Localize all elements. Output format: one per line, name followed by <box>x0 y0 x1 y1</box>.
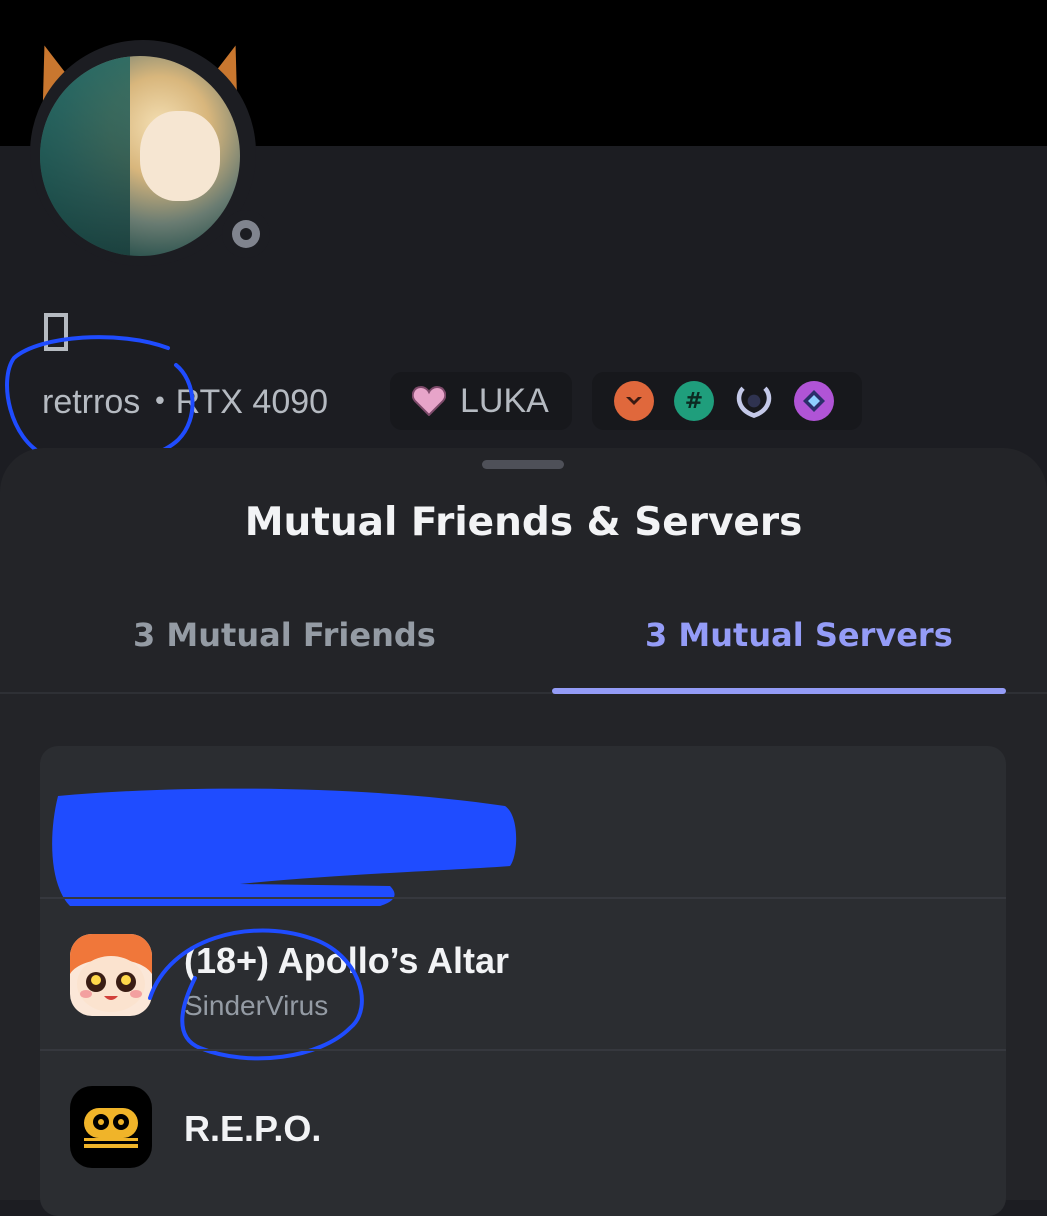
avatar-image <box>40 56 240 256</box>
hypesquad-bravery-icon[interactable] <box>614 381 654 421</box>
status-indicator <box>222 210 270 258</box>
active-tab-indicator <box>552 688 1006 694</box>
badge-list: # <box>592 372 862 430</box>
profile-tag-text: RTX 4090 <box>175 382 329 421</box>
redaction-scribble <box>52 788 517 906</box>
clan-name: LUKA <box>460 381 549 420</box>
profile-avatar[interactable] <box>23 38 270 266</box>
sheet-drag-handle[interactable] <box>482 460 564 469</box>
anime-character-icon <box>70 934 152 1016</box>
username[interactable]: retrros <box>42 383 140 422</box>
tab-mutual-servers[interactable]: 3 Mutual Servers <box>645 616 953 654</box>
tab-mutual-friends[interactable]: 3 Mutual Friends <box>133 616 436 654</box>
invisible-status-icon <box>232 220 260 248</box>
server-name: R.E.P.O. <box>184 1108 322 1149</box>
nitro-diamond-icon[interactable] <box>794 381 834 421</box>
clan-tag[interactable]: LUKA <box>390 372 572 430</box>
server-name: (18+) Apollo’s Altar <box>184 940 510 981</box>
list-item[interactable] <box>40 746 1006 906</box>
laurel-icon[interactable] <box>734 381 774 421</box>
username-row: retrros • RTX 4090 <box>42 374 328 430</box>
missing-glyph-box <box>44 313 68 351</box>
pink-heart-icon <box>412 386 446 416</box>
hashtag-quest-icon[interactable]: # <box>674 381 714 421</box>
sheet-title: Mutual Friends & Servers <box>244 500 803 545</box>
avatar-hair <box>40 56 130 256</box>
list-item[interactable]: R.E.P.O. <box>40 1050 1006 1202</box>
repo-robot-icon <box>70 1086 152 1168</box>
list-item[interactable]: (18+) Apollo’s Altar SinderVirus <box>40 898 1006 1061</box>
mutual-servers-list: (18+) Apollo’s Altar SinderVirus R.E.P.O… <box>40 746 1006 1216</box>
separator-dot: • <box>152 387 168 417</box>
mutuals-sheet: Mutual Friends & Servers 3 Mutual Friend… <box>0 448 1047 1216</box>
avatar-face <box>140 111 220 201</box>
server-nickname: SinderVirus <box>184 990 329 1021</box>
